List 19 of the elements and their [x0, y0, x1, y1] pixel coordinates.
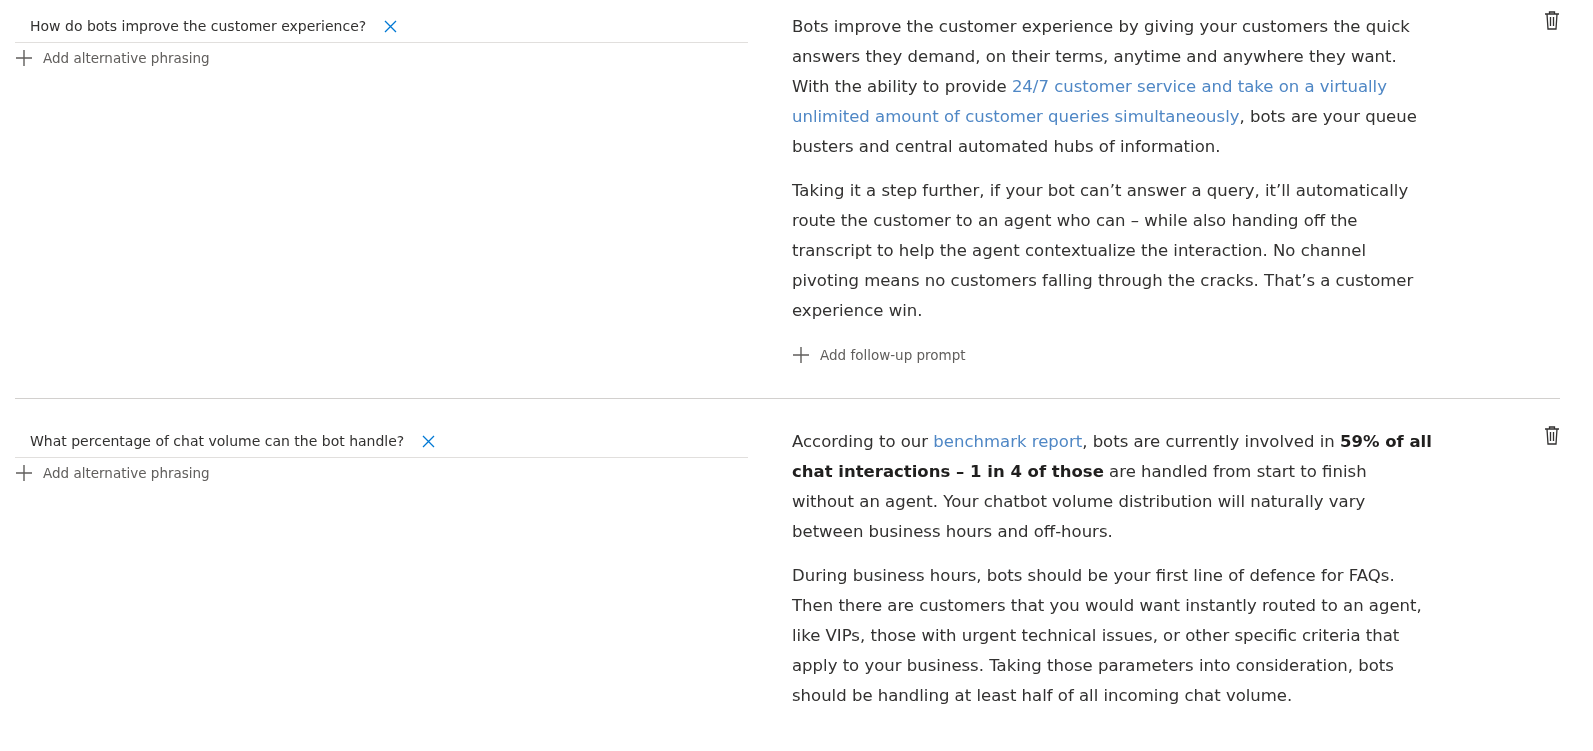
answer-link[interactable]: unlimited amount of customer queries simultaneously [792, 107, 1240, 126]
add-alternative-phrasing-button[interactable]: Add alternative phrasing [15, 458, 210, 488]
question-text: What percentage of chat volume can the bot handle? [30, 433, 405, 449]
add-follow-up-prompt-button[interactable]: Add follow-up prompt [792, 340, 966, 370]
close-icon[interactable] [422, 434, 436, 448]
answer-paragraph: During business hours, bots should be your first line of defence for FAQs. Then there are customers that you would want instantly routed to an agent, like VIPs, those with urgent technical issues, or other specific criteria that apply to your business. Taking those parameters into consideration, bots should be handling at least half of all incoming chat volume. [792, 565, 1423, 707]
delete-icon[interactable] [1544, 10, 1560, 32]
delete-icon[interactable] [1544, 425, 1560, 447]
plus-icon [15, 464, 33, 482]
answer-paragraph: Taking it a step further, if your bot can’t answer a query, it’ll automatically route the customer to an agent who can – while also handing off the transcript to help the agent contextualize the interaction. No channel pivoting means no customers falling through the cracks. That’s a customer experience win. [792, 180, 1415, 322]
plus-icon [792, 346, 810, 364]
question-text: How do bots improve the customer experience? [30, 18, 367, 34]
answer-link[interactable]: 24/7 customer service and take on a virtually [1011, 77, 1387, 96]
close-icon[interactable] [384, 19, 398, 33]
add-alternative-phrasing-button[interactable]: Add alternative phrasing [15, 43, 210, 73]
plus-icon [15, 49, 33, 67]
answer-paragraph: Bots improve the customer experience by giving your customers the quick answers they demand, on their terms, anytime and anywhere they want. With the ability to provide 24/7 customer service and take on a virtually unlimited amount of customer queries simultaneously, bots are your queue busters and central automated hubs of information. [792, 16, 1418, 158]
answer-paragraph: According to our benchmark report, bots are currently involved in 59% of all chat interactions – 1 in 4 of those are handled from start to finish without an agent. Your chatbot volume distribution will naturally vary between business hours and off-hours. [792, 431, 1432, 543]
answer-link[interactable]: benchmark report [933, 432, 1083, 451]
